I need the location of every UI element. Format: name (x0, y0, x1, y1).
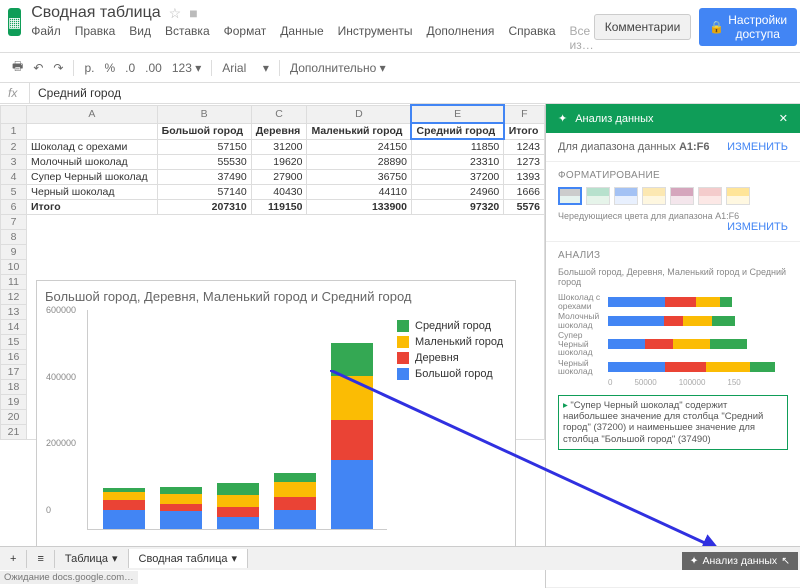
status-bar: Ожидание docs.google.com… (0, 571, 138, 584)
menu-insert[interactable]: Вставка (165, 24, 210, 52)
explore-star-icon: ✦ (690, 555, 699, 567)
currency-format[interactable]: p. (84, 61, 94, 75)
chart-legend: Средний городМаленький городДеревняБольш… (387, 310, 507, 530)
chart-title: Большой город, Деревня, Маленький город … (45, 289, 507, 304)
close-icon[interactable]: ✕ (779, 112, 788, 125)
folder-icon[interactable]: ■ (189, 5, 197, 21)
menu-data[interactable]: Данные (280, 24, 323, 52)
redo-icon[interactable]: ↷ (53, 61, 63, 75)
undo-icon[interactable]: ↶ (33, 61, 43, 75)
add-sheet-button[interactable]: + (0, 550, 27, 568)
font-select[interactable]: Arial ▾ (222, 61, 269, 75)
menu-help[interactable]: Справка (508, 24, 555, 52)
formula-bar[interactable]: Средний город (30, 83, 535, 103)
menu-view[interactable]: Вид (129, 24, 151, 52)
menu-format[interactable]: Формат (224, 24, 267, 52)
menu-edit[interactable]: Правка (75, 24, 116, 52)
mini-chart[interactable]: Шоколад с орехамиМолочный шоколадСупер Ч… (558, 293, 788, 387)
menu-tools[interactable]: Инструменты (338, 24, 413, 52)
sheet-tabs: + ≡ Таблица ▾ Сводная таблица ▾ (0, 546, 800, 570)
tab-pivot[interactable]: Сводная таблица ▾ (129, 549, 249, 568)
cursor-icon: ↖ (781, 555, 790, 567)
comments-button[interactable]: Комментарии (594, 14, 692, 40)
percent-format[interactable]: % (104, 61, 115, 75)
lock-icon: 🔒 (709, 20, 724, 34)
mini-chart-title: Большой город, Деревня, Маленький город … (558, 267, 788, 287)
panel-title: Анализ данных (575, 113, 653, 125)
tab-table[interactable]: Таблица ▾ (55, 549, 129, 568)
more-formatting[interactable]: Дополнительно ▾ (290, 61, 386, 75)
menu-addons[interactable]: Дополнения (426, 24, 494, 52)
spreadsheet[interactable]: ABCDEF 1Большой городДеревняМаленький го… (0, 104, 545, 588)
toolbar: 🖶 ↶ ↷ p. % .0 .00 123 ▾ Arial ▾ Дополнит… (0, 53, 800, 83)
explore-button[interactable]: ✦Анализ данных↖ (682, 552, 798, 570)
star-icon[interactable]: ☆ (169, 5, 182, 22)
number-format[interactable]: 123 ▾ (172, 61, 201, 75)
color-palettes[interactable] (558, 187, 788, 205)
change-range-link[interactable]: ИЗМЕНИТЬ (727, 141, 788, 153)
explore-panel: ✦ Анализ данных ✕ Для диапазона данных A… (545, 104, 800, 588)
doc-title[interactable]: Сводная таблица (31, 4, 160, 22)
menu-all-changes[interactable]: Все из… (570, 24, 594, 52)
print-icon[interactable]: 🖶 (12, 57, 23, 78)
chart-plot-area: 0200000400000600000 (87, 310, 387, 530)
sheets-logo-icon: ▦ (8, 8, 21, 36)
change-format-link[interactable]: ИЗМЕНИТЬ (727, 221, 788, 233)
dec-increase[interactable]: .00 (145, 61, 162, 75)
insight-box[interactable]: ▸ "Супер Черный шоколад" содержит наибол… (558, 395, 788, 451)
share-button[interactable]: 🔒Настройки доступа (699, 8, 797, 46)
all-sheets-icon[interactable]: ≡ (27, 550, 54, 568)
fx-label: fx (0, 83, 30, 103)
explore-icon: ✦ (558, 112, 567, 125)
menubar: Файл Правка Вид Вставка Формат Данные Ин… (31, 24, 593, 52)
dec-decrease[interactable]: .0 (125, 61, 135, 75)
embedded-chart[interactable]: Большой город, Деревня, Маленький город … (36, 280, 516, 550)
menu-file[interactable]: Файл (31, 24, 61, 52)
